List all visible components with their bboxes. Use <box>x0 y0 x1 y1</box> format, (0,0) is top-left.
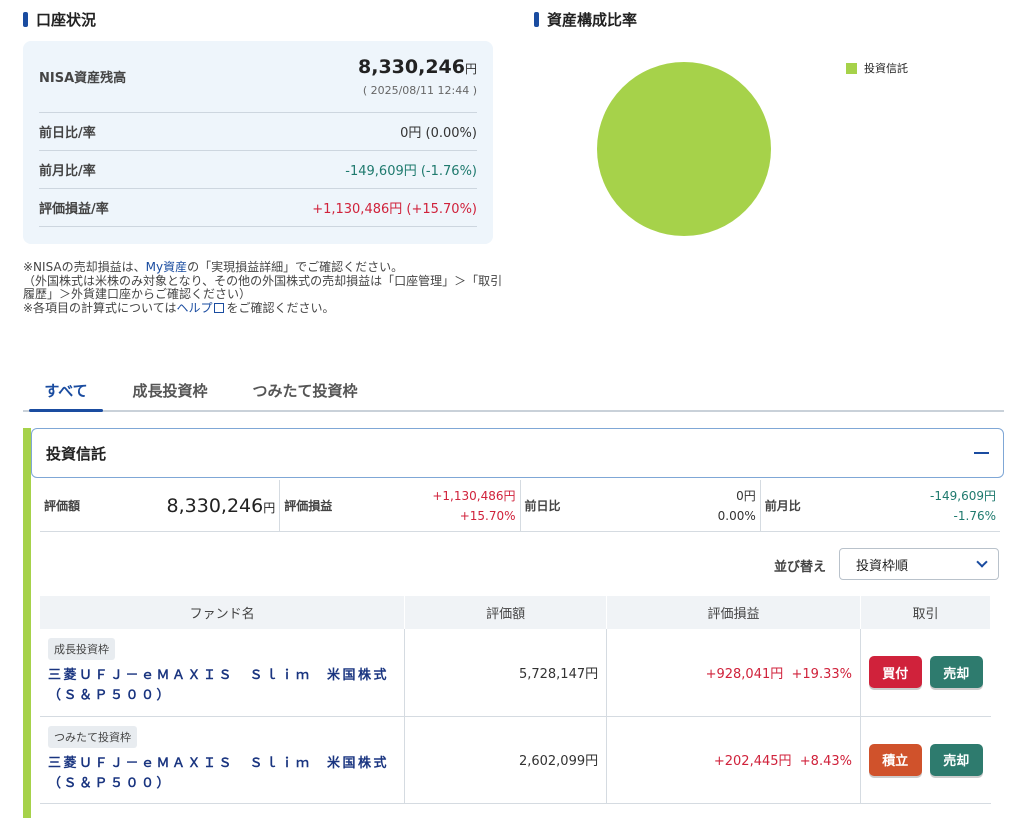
legend-label: 投資信託 <box>864 62 908 75</box>
column-header-fund: ファンド名 <box>40 596 406 629</box>
table-header-row: ファンド名 評価額 評価損益 取引 <box>40 596 992 629</box>
fund-summary: 評価額 8,330,246円 評価損益 +1,130,486円 +15.70% 前… <box>40 480 1000 532</box>
note-text: ※各項目の計算式については <box>23 300 177 315</box>
nisa-balance-value: 8,330,246 <box>358 56 465 78</box>
table-row: 成長投資枠 三菱ＵＦＪ－ｅＭＡＸＩＳ Ｓｌｉｍ 米国株式（Ｓ＆Ｐ５００） 5,7… <box>40 629 991 717</box>
fund-pl-rate: +19.33% <box>791 666 852 682</box>
yen-unit: 円 <box>464 62 477 76</box>
month-change-label: 前月比/率 <box>39 164 96 179</box>
summary-day-rate: 0.00% <box>717 508 756 523</box>
summary-pl: 評価損益 +1,130,486円 +15.70% <box>280 480 521 531</box>
tab-tsumitate[interactable]: つみたて投資枠 <box>245 370 365 410</box>
title-bar-icon <box>534 12 539 27</box>
nisa-balance-row: NISA資産残高 8,330,246円 ( 2025/08/11 12:44 ) <box>39 41 477 113</box>
notes: ※NISAの売却損益は、My資産の「実現損益詳細」でご確認ください。 （外国株式… <box>23 260 503 315</box>
composition-heading: 資産構成比率 <box>547 11 638 29</box>
note-text: ※NISAの売却損益は、 <box>23 260 146 274</box>
fund-table: ファンド名 評価額 評価損益 取引 成長投資枠 三菱ＵＦＪ－ｅＭＡＸＩＳ Ｓｌｉ… <box>40 596 992 804</box>
yen-unit: 円 <box>263 500 276 515</box>
title-bar-icon <box>23 12 28 27</box>
fund-pl: +928,041円 +19.33% <box>606 629 861 717</box>
day-change-row: 前日比/率 0円 (0.00%) <box>39 113 477 151</box>
summary-month-value: -149,609円 <box>930 488 996 503</box>
summary-pl-value: +1,130,486円 <box>432 488 516 503</box>
summary-day-value: 0円 <box>736 488 756 503</box>
summary-day-label: 前日比 <box>524 499 561 513</box>
composition-pie-chart <box>597 62 771 236</box>
account-type-badge: 成長投資枠 <box>48 638 115 661</box>
fund-name-link[interactable]: 三菱ＵＦＪ－ｅＭＡＸＩＳ Ｓｌｉｍ 米国株式（Ｓ＆Ｐ５００） <box>48 666 396 706</box>
fund-pl-value: +928,041円 <box>705 666 784 682</box>
account-status-heading: 口座状況 <box>36 11 97 29</box>
summary-eval-value: 8,330,246 <box>166 494 264 517</box>
unrealized-pl-row: 評価損益/率 +1,130,486円 (+15.70%) <box>39 189 477 227</box>
help-link-label: ヘルプ <box>176 300 213 315</box>
day-change-label: 前日比/率 <box>39 126 96 141</box>
summary-month-rate: -1.76% <box>953 508 996 523</box>
fund-section-title: 投資信託 <box>46 444 107 463</box>
unrealized-pl-label: 評価損益/率 <box>39 202 109 217</box>
summary-month-label: 前月比 <box>764 499 801 513</box>
sort-select[interactable]: 投資枠順 <box>839 548 999 580</box>
account-type-badge: つみたて投資枠 <box>48 725 137 748</box>
month-change-row: 前月比/率 -149,609円 (-1.76%) <box>39 151 477 189</box>
column-header-trade: 取引 <box>860 596 992 629</box>
pie-legend: 投資信託 <box>846 60 908 76</box>
nisa-balance-label: NISA資産残高 <box>39 71 127 86</box>
summary-pl-rate: +15.70% <box>459 508 516 523</box>
buy-button[interactable]: 買付 <box>868 656 922 689</box>
fund-section-header[interactable]: 投資信託 <box>31 428 1004 478</box>
note-foreign-stocks: （外国株式は米株のみ対象となり、その他の外国株式の売却損益は「口座管理」＞「取引… <box>23 273 503 301</box>
note-text: をご確認ください。 <box>226 300 335 315</box>
composition-title: 資産構成比率 <box>534 9 637 30</box>
fund-value: 5,728,147円 <box>404 629 608 717</box>
fund-pl: +202,445円 +8.43% <box>606 716 861 804</box>
chevron-down-icon <box>976 556 988 568</box>
legend-swatch-icon <box>846 62 857 74</box>
sort-label: 並び替え <box>774 560 827 575</box>
tab-bar: すべて 成長投資枠 つみたて投資枠 <box>23 370 1004 412</box>
my-assets-link[interactable]: My資産 <box>146 260 187 274</box>
sell-button[interactable]: 売却 <box>929 743 983 776</box>
fund-pl-rate: +8.43% <box>799 754 852 769</box>
balance-timestamp: ( 2025/08/11 12:44 ) <box>362 84 477 97</box>
account-status-title: 口座状況 <box>23 9 96 30</box>
summary-day: 前日比 0円 0.00% <box>521 480 761 531</box>
summary-month: 前月比 -149,609円 -1.76% <box>761 480 1000 531</box>
summary-eval: 評価額 8,330,246円 <box>40 480 281 531</box>
fund-pl-value: +202,445円 <box>713 754 792 769</box>
fund-value: 2,602,099円 <box>404 716 608 804</box>
note-text: の「実現損益詳細」でご確認ください。 <box>187 260 404 274</box>
sell-button[interactable]: 売却 <box>929 656 983 689</box>
table-row: つみたて投資枠 三菱ＵＦＪ－ｅＭＡＸＩＳ Ｓｌｉｍ 米国株式（Ｓ＆Ｐ５００） 2… <box>40 716 991 804</box>
accumulate-button[interactable]: 積立 <box>868 743 922 776</box>
fund-name-link[interactable]: 三菱ＵＦＪ－ｅＭＡＸＩＳ Ｓｌｉｍ 米国株式（Ｓ＆Ｐ５００） <box>48 754 396 794</box>
day-change-value: 0円 (0.00%) <box>400 126 477 141</box>
tab-all[interactable]: すべて <box>29 370 103 412</box>
external-link-icon <box>214 302 225 313</box>
fund-panel: 投資信託 評価額 8,330,246円 評価損益 +1,130,486円 +15.… <box>23 428 1004 818</box>
column-header-pl: 評価損益 <box>606 596 861 629</box>
account-summary-box: NISA資産残高 8,330,246円 ( 2025/08/11 12:44 )… <box>23 41 493 244</box>
help-link[interactable]: ヘルプ <box>176 301 226 315</box>
summary-eval-label: 評価額 <box>44 499 81 513</box>
sort-value: 投資枠順 <box>856 558 909 574</box>
summary-pl-label: 評価損益 <box>284 499 333 513</box>
collapse-icon[interactable] <box>974 452 989 454</box>
column-header-value: 評価額 <box>404 596 608 629</box>
unrealized-pl-value: +1,130,486円 (+15.70%) <box>312 202 477 217</box>
tab-growth[interactable]: 成長投資枠 <box>123 370 217 410</box>
month-change-value: -149,609円 (-1.76%) <box>345 164 477 179</box>
